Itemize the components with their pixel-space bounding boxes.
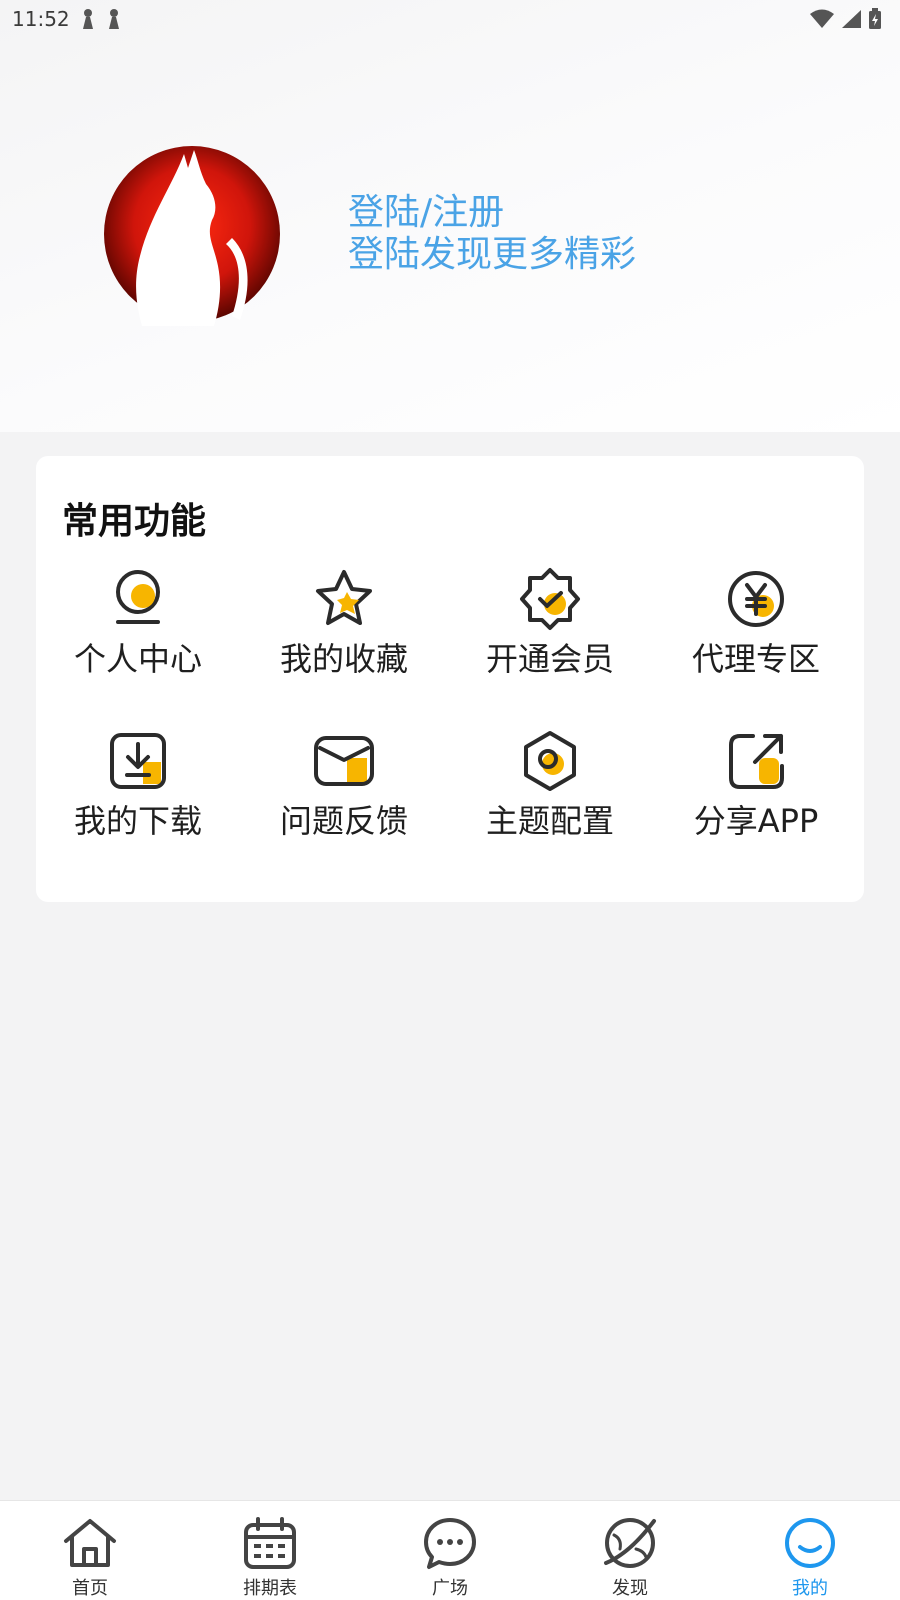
- grid-item-label: 我的收藏: [279, 640, 408, 678]
- common-functions-card: 常用功能 个人中心 我的收藏 开通会员 代理专区 我的下载 问题反馈 主题配置 …: [36, 456, 864, 902]
- card-title: 常用功能: [62, 501, 207, 542]
- app-screen: 登陆/注册 登陆发现更多精彩 11:52 常用功能 个人中心 我的收藏 开通会员…: [0, 0, 900, 1600]
- nav-item-home[interactable]: 首页: [0, 1501, 180, 1600]
- grid-item-label: 分享APP: [693, 802, 819, 840]
- grid-item-label: 我的下载: [73, 802, 202, 840]
- grid-item-my-favorites[interactable]: 我的收藏: [244, 566, 444, 686]
- signal-icon: [842, 10, 861, 28]
- profile-header: 登陆/注册 登陆发现更多精彩: [0, 0, 900, 432]
- nav-item-square[interactable]: 广场: [360, 1501, 540, 1600]
- mail-icon: [314, 736, 374, 786]
- vip-badge-icon: [520, 568, 580, 630]
- nav-label: 发现: [612, 1578, 648, 1599]
- share-icon: [729, 734, 784, 789]
- grid-item-label: 开通会员: [485, 640, 614, 678]
- chat-icon: [424, 1518, 476, 1569]
- grid-item-label: 问题反馈: [279, 802, 408, 840]
- star-icon: [316, 570, 372, 625]
- download-icon: [110, 733, 166, 789]
- grid-item-my-downloads[interactable]: 我的下载: [38, 728, 238, 848]
- wifi-icon: [810, 9, 834, 28]
- status-time: 11:52: [12, 7, 70, 31]
- smile-icon: [785, 1518, 835, 1568]
- yen-icon: [728, 571, 784, 627]
- notification-icon: [82, 9, 93, 29]
- settings-hex-icon: [524, 731, 576, 791]
- grid-item-label: 个人中心: [73, 640, 202, 678]
- nav-item-discover[interactable]: 发现: [540, 1501, 720, 1600]
- grid-item-share-app[interactable]: 分享APP: [656, 728, 856, 848]
- home-icon: [64, 1519, 116, 1567]
- grid-item-agent-zone[interactable]: 代理专区: [656, 566, 856, 686]
- notification-icon: [108, 9, 119, 29]
- user-icon: [116, 570, 160, 624]
- login-title[interactable]: 登陆/注册: [348, 192, 636, 234]
- cat-logo-icon: [104, 146, 280, 326]
- login-register-link[interactable]: 登陆/注册 登陆发现更多精彩: [348, 192, 636, 276]
- grid-item-label: 代理专区: [691, 640, 820, 678]
- grid-item-vip[interactable]: 开通会员: [450, 566, 650, 686]
- nav-label: 我的: [792, 1578, 828, 1599]
- grid-item-feedback[interactable]: 问题反馈: [244, 728, 444, 848]
- battery-icon: [869, 8, 881, 29]
- login-subtitle: 登陆发现更多精彩: [348, 234, 637, 275]
- nav-label: 首页: [72, 1578, 108, 1599]
- bottom-nav: 首页 排期表 广场 发现 我的: [0, 1500, 900, 1600]
- grid-item-personal-center[interactable]: 个人中心: [38, 566, 238, 686]
- calendar-icon: [244, 1517, 296, 1569]
- nav-item-schedule[interactable]: 排期表: [180, 1501, 360, 1600]
- nav-label: 广场: [432, 1578, 468, 1599]
- status-bar: 11:52: [0, 0, 900, 38]
- planet-icon: [604, 1518, 656, 1568]
- grid-item-label: 主题配置: [485, 802, 614, 840]
- nav-item-mine[interactable]: 我的: [720, 1501, 900, 1600]
- nav-label: 排期表: [243, 1578, 297, 1599]
- avatar[interactable]: [102, 146, 282, 326]
- grid-item-theme-config[interactable]: 主题配置: [450, 728, 650, 848]
